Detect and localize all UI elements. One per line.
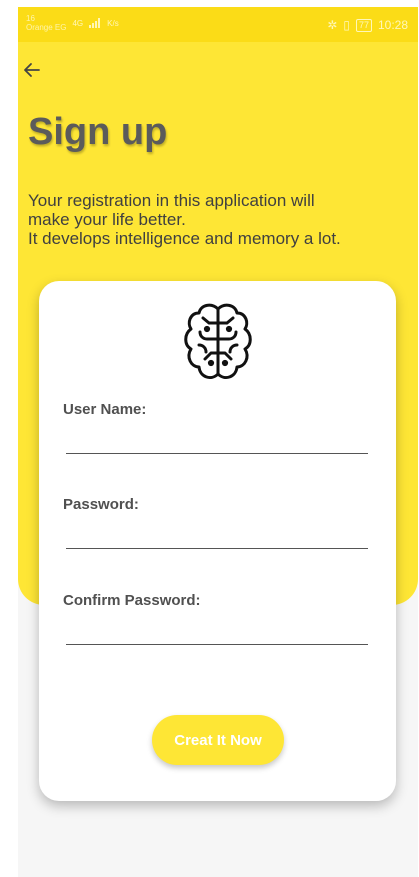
battery-icon: 77 bbox=[355, 18, 372, 32]
vibrate-icon: ▯ bbox=[343, 18, 350, 32]
battery-level: 77 bbox=[358, 19, 369, 30]
back-button[interactable] bbox=[18, 56, 46, 84]
confirm-password-input[interactable] bbox=[66, 624, 368, 645]
password-field: Password: bbox=[63, 496, 369, 549]
signup-card: User Name: Password: Confirm Password: C… bbox=[39, 281, 396, 801]
description-line: make your life better. bbox=[28, 210, 186, 229]
create-account-button[interactable]: Creat It Now bbox=[152, 715, 284, 765]
username-input[interactable] bbox=[66, 433, 368, 454]
page-description: Your registration in this application wi… bbox=[28, 191, 413, 248]
app-bar bbox=[18, 42, 418, 98]
password-label: Password: bbox=[63, 496, 139, 513]
brain-icon bbox=[184, 303, 252, 379]
data-speed: K/s bbox=[107, 18, 119, 28]
page-title: Sign up bbox=[28, 111, 168, 153]
carrier-name: Orange EG bbox=[26, 23, 67, 32]
password-input[interactable] bbox=[66, 528, 368, 549]
network-type: 4G bbox=[72, 18, 84, 28]
username-label: User Name: bbox=[63, 401, 147, 418]
arrow-left-icon bbox=[24, 63, 40, 77]
status-right: ✲ ▯ 77 10:28 bbox=[327, 18, 408, 32]
phone-screen: 16 Orange EG 4G K/s ✲ ▯ 77 10:28 Sign up… bbox=[18, 7, 418, 877]
carrier-top: 16 bbox=[26, 14, 35, 23]
confirm-password-label: Confirm Password: bbox=[63, 592, 201, 609]
signal-icon bbox=[89, 18, 101, 28]
confirm-password-field: Confirm Password: bbox=[63, 592, 369, 645]
status-left: 16 Orange EG 4G K/s bbox=[26, 14, 119, 32]
description-line: Your registration in this application wi… bbox=[28, 191, 315, 210]
carrier-info: 16 Orange EG bbox=[26, 14, 66, 32]
clock: 10:28 bbox=[377, 18, 408, 32]
description-line: It develops intelligence and memory a lo… bbox=[28, 229, 341, 248]
alarm-icon: ✲ bbox=[327, 18, 338, 32]
username-field: User Name: bbox=[63, 401, 369, 454]
status-bar: 16 Orange EG 4G K/s ✲ ▯ 77 10:28 bbox=[18, 7, 418, 42]
